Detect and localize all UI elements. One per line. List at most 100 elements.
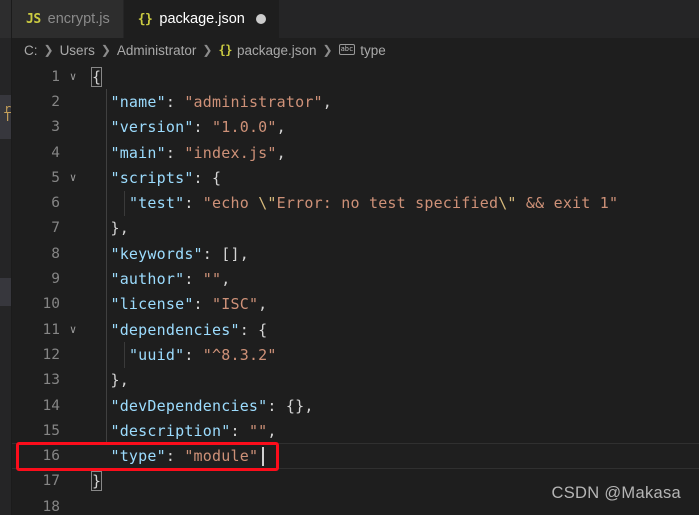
token-key: "keywords" [110, 244, 203, 263]
token-key: "name" [110, 92, 166, 111]
line-number: 4 [51, 144, 60, 161]
token-str: && exit 1" [516, 194, 619, 213]
code-line[interactable]: 12 "uuid": "^8.3.2" [12, 342, 699, 367]
fold-chevron-down-icon[interactable]: ∨ [62, 172, 84, 183]
vscode-window: r T JS encrypt.js {} package.json C: ❯ Users ❯… [0, 0, 699, 515]
code-line[interactable]: 16 "type": "module" [12, 443, 699, 469]
code-line-text: "dependencies": { [84, 321, 699, 339]
token-str: "index.js" [184, 143, 277, 162]
line-number: 1 [51, 68, 60, 85]
code-editor[interactable]: 1 ∨{2 "name": "administrator", 3 "version"… [12, 62, 699, 515]
code-line-text: "devDependencies": {}, [84, 397, 699, 415]
fold-chevron-down-icon[interactable]: ∨ [62, 71, 84, 82]
token-key: "author" [110, 270, 185, 289]
code-line[interactable]: 13 }, [12, 368, 699, 393]
token-key: "main" [110, 143, 166, 162]
token-key: "uuid" [128, 345, 185, 364]
token-punct: : {}, [267, 396, 314, 415]
token-str: "1.0.0" [212, 118, 277, 137]
breadcrumb-item-label: C: [24, 42, 38, 58]
token-key: "type" [110, 447, 166, 466]
token-key: "description" [110, 421, 231, 440]
breadcrumb-item-administrator[interactable]: Administrator [117, 43, 197, 58]
breadcrumb-item-type[interactable]: abc type [338, 43, 386, 58]
token-punct: : [193, 295, 213, 314]
code-line-text: "version": "1.0.0", [84, 118, 699, 136]
code-line[interactable]: 14 "devDependencies": {}, [12, 393, 699, 418]
line-number: 13 [42, 372, 60, 389]
breadcrumb-item-c[interactable]: C: [24, 43, 38, 58]
js-file-icon: JS [26, 11, 41, 27]
fold-chevron-down-icon[interactable]: ∨ [62, 324, 84, 335]
code-line[interactable]: 11 ∨ "dependencies": { [12, 317, 699, 342]
line-number: 18 [42, 498, 60, 515]
code-line[interactable]: 9 "author": "", [12, 266, 699, 291]
token-str: Error: no test specified [276, 194, 499, 213]
editor-tab-label: encrypt.js [47, 11, 110, 27]
code-line-text: "scripts": { [84, 169, 699, 187]
code-line[interactable]: 7 }, [12, 216, 699, 241]
token-punct: : { [193, 168, 222, 187]
breadcrumb-item-packagejson[interactable]: {} package.json [218, 43, 316, 58]
breadcrumb-item-label: Administrator [116, 42, 197, 58]
code-line[interactable]: 4 "main": "index.js", [12, 140, 699, 165]
explorer-panel-sliver[interactable]: r T [0, 0, 12, 515]
token-key: "scripts" [110, 168, 194, 187]
token-str: "^8.3.2" [202, 345, 277, 364]
token-key: "dependencies" [110, 320, 240, 339]
token-punct: : [193, 118, 213, 137]
code-line-text: "license": "ISC", [84, 295, 699, 313]
code-line[interactable]: 10 "license": "ISC", [12, 292, 699, 317]
token-key: "test" [128, 194, 185, 213]
code-line[interactable]: 3 "version": "1.0.0", [12, 115, 699, 140]
token-punct: : [], [202, 244, 249, 263]
editor-tab-package-json[interactable]: {} package.json [123, 0, 280, 38]
json-file-icon: {} [218, 43, 232, 57]
token-punct: , [267, 421, 277, 440]
code-line[interactable]: 2 "name": "administrator", [12, 89, 699, 114]
token-punct: : [165, 92, 185, 111]
code-line[interactable]: 1 ∨ { [12, 64, 699, 89]
code-line-text: "keywords": [], [84, 245, 699, 263]
breadcrumb-item-label: package.json [236, 42, 317, 58]
line-number: 15 [42, 422, 60, 439]
json-file-icon: {} [137, 11, 153, 27]
token-punct: : [165, 143, 185, 162]
unsaved-indicator-dot[interactable] [255, 14, 266, 24]
line-number: 11 [42, 321, 60, 338]
breadcrumb-separator-icon: ❯ [322, 43, 333, 57]
token-str: "ISC" [212, 295, 259, 314]
token-punct: , [258, 295, 268, 314]
breadcrumb-item-users[interactable]: Users [60, 43, 95, 58]
code-line-text: "main": "index.js", [84, 144, 699, 162]
token-punct: : { [239, 320, 268, 339]
line-number: 14 [42, 397, 60, 414]
code-line[interactable]: 8 "keywords": [], [12, 241, 699, 266]
code-line[interactable]: 15 "description": "", [12, 418, 699, 443]
editor-tab-encrypt-js[interactable]: JS encrypt.js [12, 0, 124, 38]
token-key: "license" [110, 295, 194, 314]
token-str: "module" [184, 447, 259, 466]
code-line-text: "description": "", [84, 422, 699, 440]
token-brace: { [90, 66, 103, 87]
code-line-text: "author": "", [84, 270, 699, 288]
code-line[interactable]: 6 "test": "echo \"Error: no test specifi… [12, 190, 699, 215]
line-number: 3 [51, 119, 60, 136]
token-punct: }, [110, 219, 129, 238]
breadcrumb-item-label: Users [59, 42, 95, 58]
code-line-text: }, [84, 371, 699, 389]
code-line[interactable]: 5 ∨ "scripts": { [12, 165, 699, 190]
line-number: 6 [51, 195, 60, 212]
